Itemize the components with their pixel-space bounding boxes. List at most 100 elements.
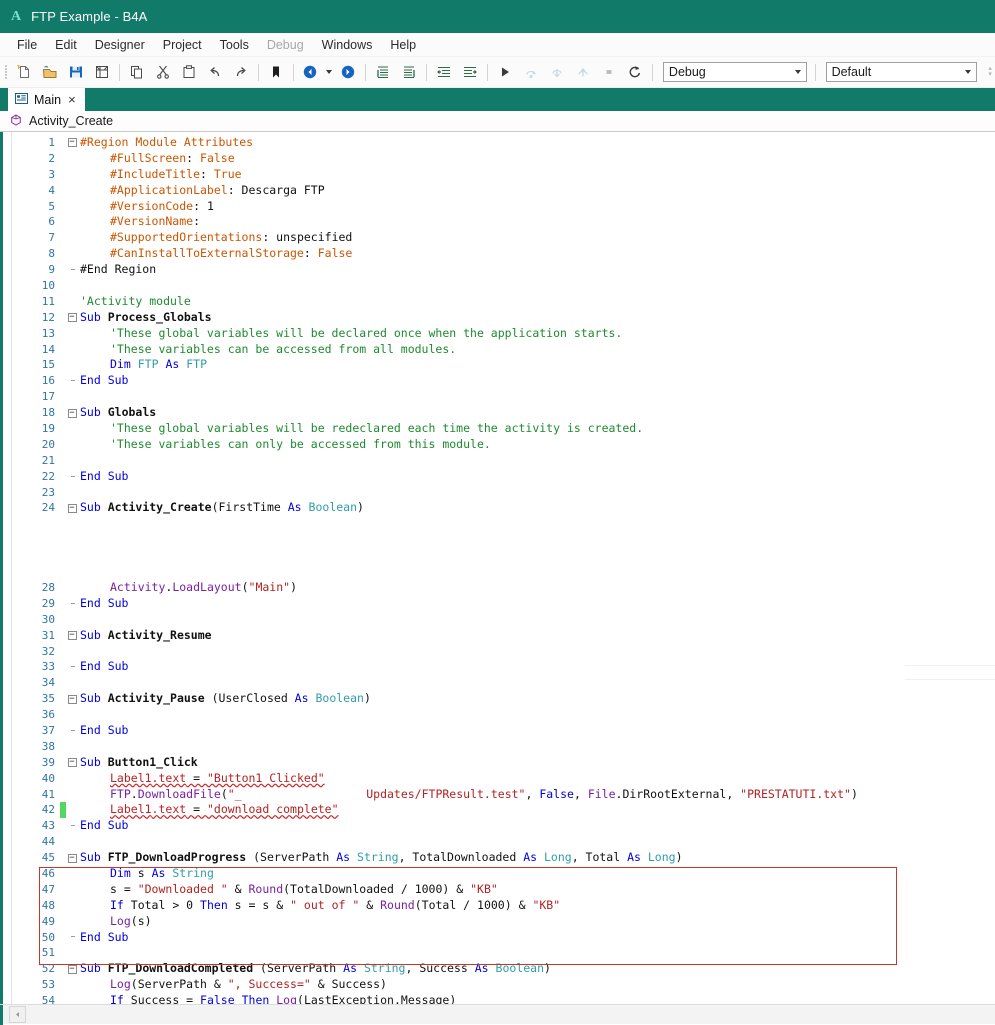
new-file-icon[interactable] — [12, 60, 36, 84]
close-icon[interactable]: × — [67, 93, 77, 106]
code-line[interactable]: 22 End Sub — [12, 469, 995, 485]
code-line[interactable]: 38 — [12, 739, 995, 755]
code-line[interactable]: 48 If Total > 0 Then s = s & " out of " &… — [12, 898, 995, 914]
tab-main[interactable]: Main × — [8, 88, 85, 111]
code-line[interactable]: 17 — [12, 389, 995, 405]
code-line[interactable]: 40 Label1.text = "Button1 Clicked" — [12, 771, 995, 787]
code-line[interactable]: 7 #SupportedOrientations: unspecified — [12, 230, 995, 246]
code-line[interactable]: 33 End Sub — [12, 659, 995, 675]
toolbar-overflow-icon[interactable]: ▴ ▾ — [985, 65, 995, 78]
run-icon[interactable] — [493, 60, 517, 84]
code-line[interactable]: 41 FTP.DownloadFile("_ Updates/FTPResult.… — [12, 787, 995, 803]
code-line[interactable]: 16 End Sub — [12, 373, 995, 389]
fold-toggle-icon[interactable]: − — [66, 313, 78, 323]
code-line[interactable]: 35 − Sub Activity_Pause (UserClosed As Boo… — [12, 691, 995, 707]
code-line[interactable]: 10 — [12, 278, 995, 294]
code-line[interactable]: 36 — [12, 707, 995, 723]
code-line[interactable]: 30 — [12, 612, 995, 628]
fold-toggle-icon[interactable]: − — [66, 503, 78, 513]
code-line[interactable]: 12 − Sub Process_Globals — [12, 310, 995, 326]
cut-icon[interactable] — [151, 60, 175, 84]
fold-toggle-icon[interactable]: − — [66, 631, 78, 641]
code-line[interactable]: 54 If Success = False Then Log(LastExcept… — [12, 993, 995, 1004]
code-line[interactable]: 14 'These variables can be accessed from … — [12, 342, 995, 358]
clean-rebuild-icon[interactable] — [623, 60, 647, 84]
uncomment-block-icon[interactable] — [397, 60, 421, 84]
indent-icon[interactable] — [458, 60, 482, 84]
code-line[interactable]: 2 #FullScreen: False — [12, 151, 995, 167]
scroll-left-button[interactable] — [9, 1006, 26, 1023]
redo-icon[interactable] — [229, 60, 253, 84]
code-line[interactable]: 31 − Sub Activity_Resume — [12, 628, 995, 644]
fold-toggle-icon[interactable]: − — [66, 408, 78, 418]
build-mode-dropdown-icon[interactable] — [788, 63, 806, 81]
menu-item-windows[interactable]: Windows — [313, 35, 382, 55]
code-line[interactable]: 20 'These variables can only be accessed … — [12, 437, 995, 453]
menu-item-edit[interactable]: Edit — [46, 35, 86, 55]
fold-toggle-icon[interactable]: − — [66, 964, 78, 974]
code-line[interactable]: 3 #IncludeTitle: True — [12, 167, 995, 183]
code-line[interactable]: 9 #End Region — [12, 262, 995, 278]
copy-icon[interactable] — [125, 60, 149, 84]
code-line[interactable]: 37 End Sub — [12, 723, 995, 739]
fold-toggle-icon[interactable]: − — [66, 853, 78, 863]
code-editor[interactable]: 1− #Region Module Attributes 2 #FullScreen:… — [0, 132, 995, 1004]
code-line[interactable]: 42 Label1.text = "download complete" — [12, 802, 995, 819]
code-line[interactable]: 5 #VersionCode: 1 — [12, 199, 995, 215]
code-line[interactable]: 39 − Sub Button1_Click — [12, 755, 995, 771]
code-line[interactable]: 28 Activity.LoadLayout("Main") — [12, 580, 995, 596]
horizontal-scrollbar[interactable] — [0, 1004, 995, 1025]
code-line[interactable]: 45 − Sub FTP_DownloadProgress (ServerPath … — [12, 850, 995, 866]
code-line[interactable]: 50 End Sub — [12, 930, 995, 946]
open-file-icon[interactable] — [38, 60, 62, 84]
build-configuration-select[interactable]: Default — [825, 62, 978, 82]
code-line[interactable] — [12, 548, 995, 564]
menu-item-project[interactable]: Project — [154, 35, 211, 55]
code-line[interactable]: 44 — [12, 834, 995, 850]
build-mode-select[interactable]: Debug — [662, 62, 807, 82]
code-line[interactable]: 21 — [12, 453, 995, 469]
save-all-icon[interactable] — [90, 60, 114, 84]
comment-block-icon[interactable] — [371, 60, 395, 84]
fold-toggle-icon[interactable]: − — [66, 138, 78, 148]
undo-icon[interactable] — [203, 60, 227, 84]
code-line[interactable] — [12, 532, 995, 548]
code-line[interactable]: 11 'Activity module — [12, 294, 995, 310]
toolbar-drag-handle[interactable] — [3, 63, 10, 81]
code-line[interactable]: 24 − Sub Activity_Create(FirstTime As Bool… — [12, 500, 995, 516]
code-line[interactable]: 23 — [12, 485, 995, 501]
menu-item-designer[interactable]: Designer — [86, 35, 154, 55]
code-line[interactable]: 15 Dim FTP As FTP — [12, 357, 995, 373]
save-icon[interactable] — [64, 60, 88, 84]
scrollbar-track[interactable] — [26, 1006, 995, 1023]
build-configuration-dropdown-icon[interactable] — [959, 63, 976, 81]
menu-item-help[interactable]: Help — [381, 35, 425, 55]
paste-icon[interactable] — [177, 60, 201, 84]
code-line[interactable]: 32 — [12, 644, 995, 660]
code-line[interactable]: 1 − #Region Module Attributes — [12, 135, 995, 151]
outdent-icon[interactable] — [432, 60, 456, 84]
code-line[interactable]: 46 Dim s As String — [12, 866, 995, 882]
code-lines-container[interactable]: 1− #Region Module Attributes 2 #FullScreen:… — [12, 132, 995, 1004]
navigate-back-icon[interactable] — [299, 60, 323, 84]
code-line[interactable]: 43 End Sub — [12, 818, 995, 834]
menu-item-tools[interactable]: Tools — [211, 35, 258, 55]
menu-item-file[interactable]: File — [8, 35, 46, 55]
navigate-back-dropdown-icon[interactable] — [323, 61, 335, 83]
fold-toggle-icon[interactable]: − — [66, 758, 78, 768]
code-line[interactable]: 8 #CanInstallToExternalStorage: False — [12, 246, 995, 262]
code-line[interactable]: 52 − Sub FTP_DownloadCompleted (ServerPath… — [12, 961, 995, 977]
code-line[interactable]: 47 s = "Downloaded " & Round(TotalDownloa… — [12, 882, 995, 898]
fold-toggle-icon[interactable]: − — [66, 694, 78, 704]
bookmark-icon[interactable] — [264, 60, 288, 84]
code-line[interactable]: 18 − Sub Globals — [12, 405, 995, 421]
code-line[interactable]: 4 #ApplicationLabel: Descarga FTP — [12, 183, 995, 199]
code-line[interactable]: 29 End Sub — [12, 596, 995, 612]
code-line[interactable]: 49 Log(s) — [12, 914, 995, 930]
code-line[interactable] — [12, 564, 995, 580]
code-line[interactable]: 19 'These global variables will be redecl… — [12, 421, 995, 437]
code-line[interactable]: 34 — [12, 675, 995, 691]
code-line[interactable]: 53 Log(ServerPath & ", Success=" & Succes… — [12, 977, 995, 993]
navigate-forward-icon[interactable] — [336, 60, 360, 84]
code-line[interactable]: 13 'These global variables will be declar… — [12, 326, 995, 342]
